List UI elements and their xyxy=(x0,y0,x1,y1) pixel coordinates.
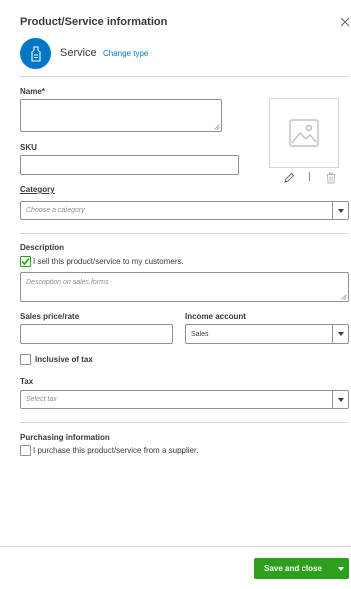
name-label: Name* xyxy=(20,87,45,96)
image-placeholder[interactable] xyxy=(269,98,339,168)
category-select[interactable]: Choose a category xyxy=(20,201,349,220)
panel-title: Product/Service information xyxy=(20,16,168,28)
chevron-down-icon[interactable] xyxy=(332,325,348,343)
checkmark-icon xyxy=(21,257,30,266)
inclusive-tax-label[interactable]: Inclusive of tax xyxy=(35,355,93,364)
divider xyxy=(20,76,349,77)
description-label: Description xyxy=(20,243,65,252)
category-placeholder: Choose a category xyxy=(26,207,85,214)
resize-grip-icon xyxy=(214,124,220,130)
item-type-label: Service xyxy=(60,47,97,59)
tax-label: Tax xyxy=(20,377,34,386)
tax-placeholder: Select tax xyxy=(26,396,57,403)
purchase-checkbox[interactable] xyxy=(20,445,31,456)
edit-image-icon[interactable] xyxy=(283,171,295,183)
inclusive-tax-checkbox[interactable] xyxy=(20,354,31,365)
sell-checkbox[interactable] xyxy=(20,256,31,267)
save-and-close-label: Save and close xyxy=(264,564,322,573)
close-icon[interactable] xyxy=(339,15,351,27)
footer-divider xyxy=(0,546,351,547)
income-account-select[interactable]: Sales xyxy=(185,324,349,344)
change-type-link[interactable]: Change type xyxy=(103,49,148,58)
purchase-checkbox-label[interactable]: I purchase this product/service from a s… xyxy=(33,446,198,455)
service-type-icon xyxy=(20,38,51,69)
save-and-close-button[interactable]: Save and close xyxy=(254,558,349,579)
action-separator xyxy=(309,172,310,181)
sales-price-input[interactable] xyxy=(20,324,173,344)
sku-label: SKU xyxy=(20,143,37,152)
sales-description-input[interactable]: Description on sales forms xyxy=(20,272,349,302)
income-account-value: Sales xyxy=(191,331,209,338)
purchasing-info-label: Purchasing information xyxy=(20,433,110,442)
sell-checkbox-label[interactable]: I sell this product/service to my custom… xyxy=(33,257,184,266)
tax-select[interactable]: Select tax xyxy=(20,390,349,409)
sales-price-label: Sales price/rate xyxy=(20,312,80,321)
category-label[interactable]: Category xyxy=(20,185,55,194)
image-icon xyxy=(289,119,319,147)
sales-description-placeholder: Description on sales forms xyxy=(26,279,109,286)
income-account-label: Income account xyxy=(185,312,246,321)
chevron-down-icon[interactable] xyxy=(332,558,349,579)
chevron-down-icon[interactable] xyxy=(332,391,348,408)
chevron-down-icon[interactable] xyxy=(332,202,348,219)
sku-input[interactable] xyxy=(20,155,239,175)
divider xyxy=(20,422,349,423)
resize-grip-icon xyxy=(341,294,347,300)
divider xyxy=(20,233,349,234)
delete-image-icon[interactable] xyxy=(325,171,337,184)
name-input[interactable] xyxy=(20,99,222,132)
